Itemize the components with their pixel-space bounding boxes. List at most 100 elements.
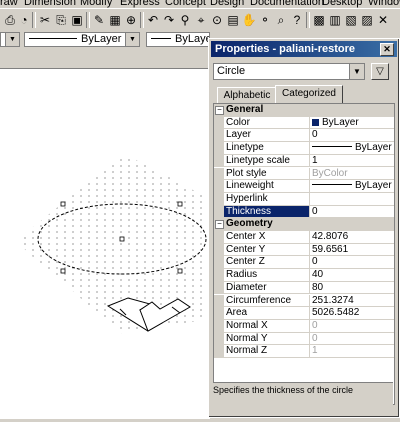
property-value[interactable]: 80 bbox=[310, 282, 394, 295]
menu-item-window[interactable]: Window bbox=[368, 0, 400, 8]
property-row-layer[interactable]: Layer 0 bbox=[214, 129, 394, 143]
row-gutter bbox=[214, 129, 224, 143]
menu-item-modify[interactable]: Modify bbox=[80, 0, 112, 8]
collapse-icon[interactable]: − bbox=[215, 106, 224, 115]
property-row-radius[interactable]: Radius 40 bbox=[214, 269, 394, 282]
object-type-select[interactable]: Circle ▼ bbox=[213, 63, 365, 80]
row-gutter: − bbox=[214, 218, 224, 231]
funnel-icon: ▽ bbox=[376, 66, 384, 77]
menu-item-design[interactable]: Design bbox=[210, 0, 244, 8]
copy-icon[interactable]: ⎘ bbox=[53, 12, 69, 28]
property-value[interactable]: 5026.5482 bbox=[310, 307, 394, 320]
property-value[interactable] bbox=[310, 193, 394, 206]
property-value[interactable]: ByLayer bbox=[310, 117, 394, 130]
property-value[interactable]: 59.6561 bbox=[310, 244, 394, 257]
undo-icon[interactable]: ↶ bbox=[145, 12, 161, 28]
property-row-lineweight[interactable]: Lineweight ByLayer bbox=[214, 180, 394, 193]
zoom-window-icon[interactable]: ⌕ bbox=[273, 12, 289, 28]
help-icon[interactable]: ? bbox=[289, 12, 305, 28]
block-editor-icon[interactable]: ▦ bbox=[107, 12, 123, 28]
paste-icon[interactable]: ▣ bbox=[69, 12, 85, 28]
property-value[interactable]: 0 bbox=[310, 129, 394, 143]
property-value[interactable]: ByLayer bbox=[310, 180, 394, 193]
menu-item-desktop[interactable]: Desktop bbox=[322, 0, 362, 8]
property-row-linetype[interactable]: Linetype ByLayer bbox=[214, 142, 394, 155]
tab-alphabetic[interactable]: Alphabetic bbox=[217, 87, 277, 103]
color-combo[interactable]: ByLayer ▼ bbox=[24, 32, 140, 47]
grip-handle-center[interactable] bbox=[119, 236, 125, 242]
row-gutter bbox=[214, 307, 224, 320]
property-row-thickness[interactable]: Thickness 0 bbox=[214, 205, 394, 219]
category-general[interactable]: − General bbox=[214, 104, 394, 117]
row-gutter bbox=[214, 319, 224, 333]
property-row-color[interactable]: Color ByLayer bbox=[214, 116, 394, 130]
property-value: 1 bbox=[310, 345, 394, 358]
insert-icon[interactable]: ⊕ bbox=[123, 12, 139, 28]
menu-item-dimension[interactable]: Dimension bbox=[24, 0, 76, 8]
collapse-icon[interactable]: − bbox=[215, 220, 224, 230]
grip-handle[interactable] bbox=[60, 268, 66, 274]
property-row-normal-y: Normal Y 0 bbox=[214, 332, 394, 346]
drawing-svg bbox=[15, 154, 210, 334]
property-row-center-x[interactable]: Center X 42.8076 bbox=[214, 231, 394, 244]
cut-icon[interactable]: ✂ bbox=[37, 12, 53, 28]
row-gutter bbox=[214, 231, 224, 244]
property-name: Layer bbox=[224, 129, 310, 143]
property-row-hyperlink[interactable]: Hyperlink bbox=[214, 192, 394, 206]
toolbar-separator bbox=[140, 12, 144, 28]
design-center-icon[interactable]: ▥ bbox=[327, 12, 343, 28]
pan-icon[interactable]: ✋ bbox=[241, 12, 257, 28]
grip-handle[interactable] bbox=[60, 201, 66, 207]
property-name: Normal X bbox=[224, 319, 310, 333]
layer-combo-stub[interactable]: ▼ bbox=[0, 32, 20, 47]
menu-item-express[interactable]: Express bbox=[120, 0, 160, 8]
tool-palette-icon[interactable]: ▧ bbox=[343, 12, 359, 28]
property-value[interactable]: 0 bbox=[310, 256, 394, 270]
redo-icon[interactable]: ↷ bbox=[161, 12, 177, 28]
menu-item-draw[interactable]: raw bbox=[0, 0, 18, 8]
row-gutter bbox=[214, 154, 224, 168]
property-value[interactable]: 42.8076 bbox=[310, 231, 394, 244]
menu-item-concept[interactable]: Concept bbox=[165, 0, 206, 8]
markup-icon[interactable]: ✕ bbox=[375, 12, 391, 28]
property-value[interactable]: 251.3274 bbox=[310, 295, 394, 308]
sheet-set-icon[interactable]: ▨ bbox=[359, 12, 375, 28]
grip-handle[interactable] bbox=[177, 268, 183, 274]
quick-select-button[interactable]: ▽ bbox=[371, 63, 389, 80]
grip-handle[interactable] bbox=[177, 201, 183, 207]
close-icon[interactable]: ✕ bbox=[380, 43, 394, 56]
snap-icon[interactable]: ⌖ bbox=[193, 12, 209, 28]
preview-icon[interactable]: ◔ bbox=[16, 12, 32, 28]
property-row-circumference[interactable]: Circumference 251.3274 bbox=[214, 294, 394, 308]
property-row-area[interactable]: Area 5026.5482 bbox=[214, 307, 394, 320]
chevron-down-icon: ▼ bbox=[5, 33, 19, 46]
property-row-center-y[interactable]: Center Y 59.6561 bbox=[214, 243, 394, 257]
property-value: ByColor bbox=[310, 168, 394, 181]
toolbar-separator bbox=[32, 12, 36, 28]
property-name: Plot style bbox=[224, 167, 310, 181]
properties-title-bar[interactable]: Properties - paliani-restore ✕ bbox=[211, 41, 397, 57]
property-row-center-z[interactable]: Center Z 0 bbox=[214, 256, 394, 270]
tab-categorized[interactable]: Categorized bbox=[275, 85, 343, 103]
linetype-combo-value: ByLayer bbox=[175, 33, 209, 45]
property-value[interactable]: 0 bbox=[310, 206, 394, 219]
property-row-plot-style[interactable]: Plot style ByColor bbox=[214, 167, 394, 181]
row-gutter bbox=[214, 205, 224, 219]
property-name: Area bbox=[224, 307, 310, 320]
tracking-icon[interactable]: ⊙ bbox=[209, 12, 225, 28]
row-gutter bbox=[214, 269, 224, 282]
linetype-combo[interactable]: ByLayer bbox=[146, 32, 210, 47]
category-geometry[interactable]: − Geometry bbox=[214, 218, 394, 231]
property-row-diameter[interactable]: Diameter 80 bbox=[214, 281, 394, 295]
property-value[interactable]: 1 bbox=[310, 155, 394, 168]
menu-item-documentation[interactable]: Documentation bbox=[250, 0, 324, 8]
zoom-realtime-icon[interactable]: ⚬ bbox=[257, 12, 273, 28]
properties-icon[interactable]: ▩ bbox=[311, 12, 327, 28]
property-value[interactable]: ByLayer bbox=[310, 142, 394, 155]
match-properties-icon[interactable]: ✎ bbox=[91, 12, 107, 28]
link-icon[interactable]: ⚲ bbox=[177, 12, 193, 28]
property-value[interactable]: 40 bbox=[310, 269, 394, 282]
property-row-linetype-scale[interactable]: Linetype scale 1 bbox=[214, 154, 394, 168]
calculator-icon[interactable]: ▤ bbox=[225, 12, 241, 28]
drawing-canvas[interactable] bbox=[0, 68, 210, 419]
